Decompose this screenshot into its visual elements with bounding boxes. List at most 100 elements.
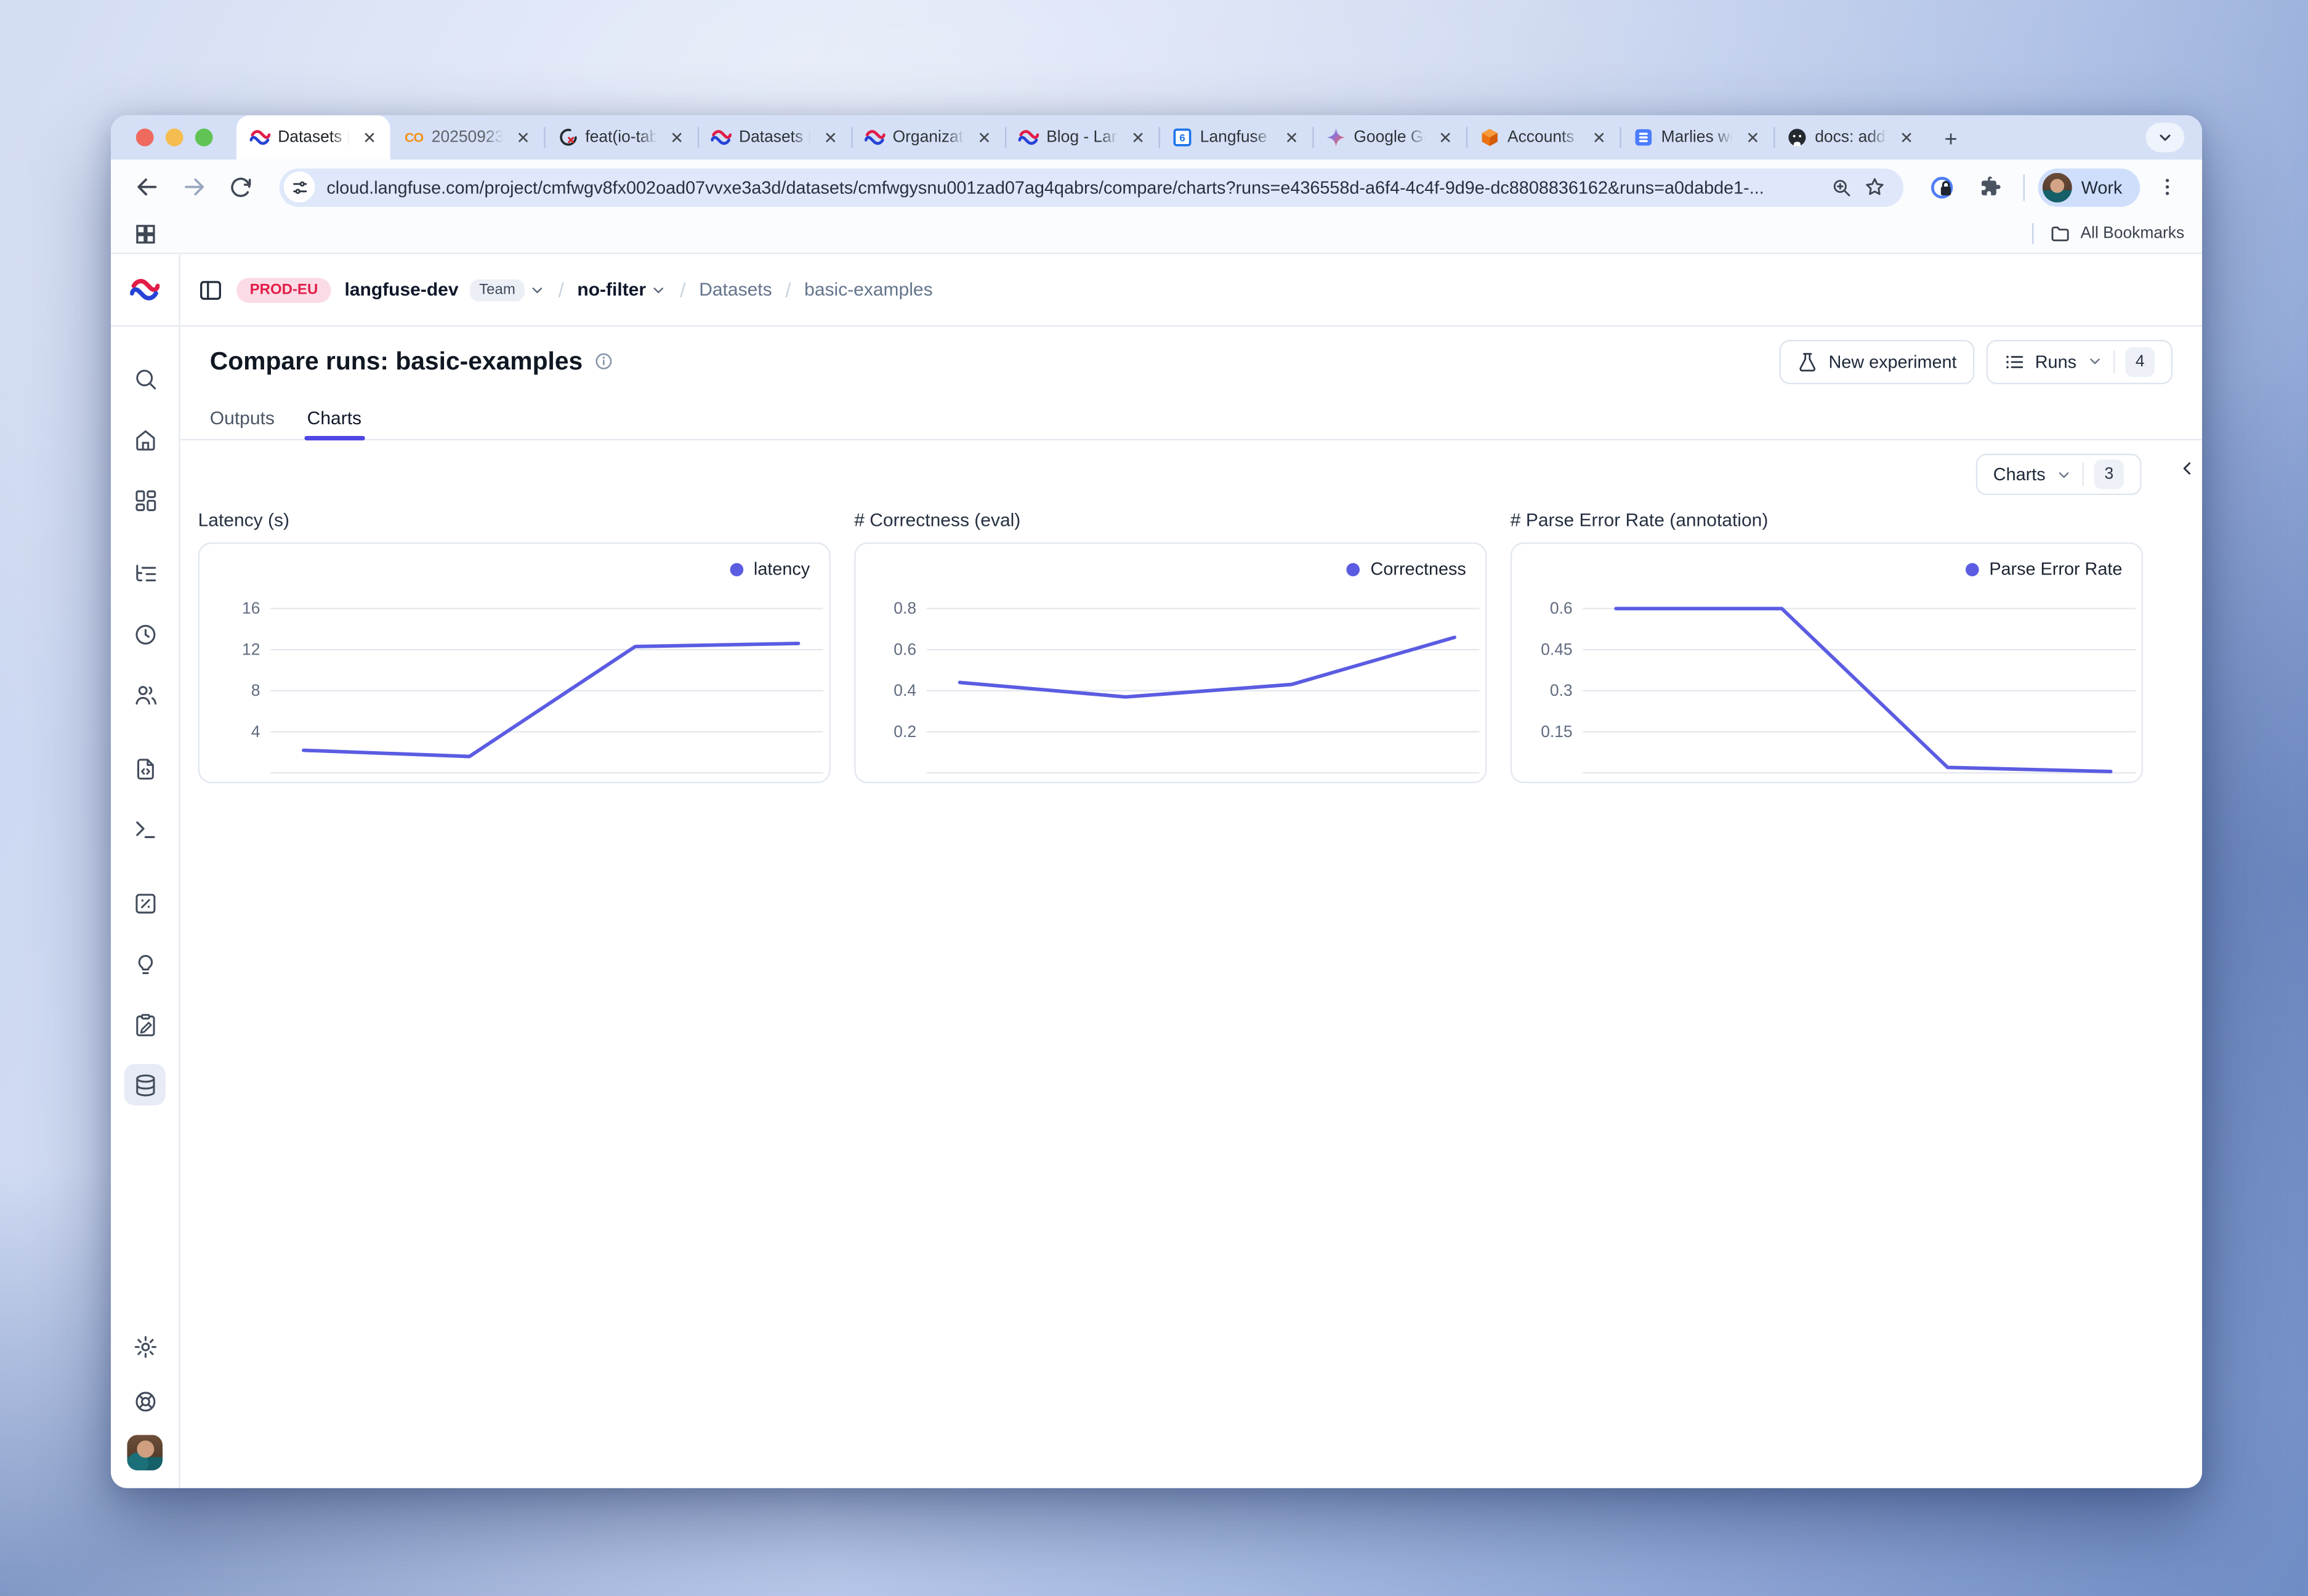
- users-icon: [132, 682, 158, 707]
- list-doc-favicon: [1633, 127, 1654, 148]
- browser-tab-organization[interactable]: Organizatio ✕: [851, 115, 1005, 159]
- percent-square-icon: [132, 890, 158, 916]
- tab-search-button[interactable]: [2146, 123, 2184, 152]
- new-experiment-button[interactable]: New experiment: [1780, 339, 1974, 384]
- browser-tab-gemini[interactable]: Google Ge ✕: [1312, 115, 1466, 159]
- browser-tab-datasets-2[interactable]: Datasets | ✕: [698, 115, 852, 159]
- bookmark-star-icon[interactable]: [1858, 171, 1890, 203]
- browser-tab-github-pr[interactable]: feat(io-tab ✕: [544, 115, 698, 159]
- tab-close-icon[interactable]: ✕: [1435, 127, 1456, 148]
- tab-title: Langfuse -: [1200, 129, 1274, 147]
- breadcrumb-datasets[interactable]: Datasets: [699, 280, 772, 300]
- title-row: Compare runs: basic-examples New experim…: [180, 326, 2202, 396]
- tab-close-icon[interactable]: ✕: [1589, 127, 1610, 148]
- browser-tab-marlies[interactable]: Marlies we ✕: [1620, 115, 1773, 159]
- browser-window: Datasets | L ✕ CO 20250923 ✕ feat(io-tab…: [111, 115, 2202, 1488]
- org-selector[interactable]: langfuse-dev Team: [345, 278, 545, 300]
- langfuse-favicon: [250, 127, 271, 148]
- minimize-window-button[interactable]: [166, 129, 184, 147]
- back-button[interactable]: [126, 166, 167, 208]
- parse-error-chart[interactable]: Parse Error Rate 0.60.450.30.15: [1511, 542, 2143, 783]
- url-text[interactable]: cloud.langfuse.com/project/cmfwgv8fx002o…: [326, 177, 1825, 198]
- tab-close-icon[interactable]: ✕: [1281, 127, 1302, 148]
- close-window-button[interactable]: [136, 129, 154, 147]
- maximize-window-button[interactable]: [195, 129, 213, 147]
- zoom-page-icon[interactable]: [1826, 171, 1858, 203]
- browser-tab-colab[interactable]: CO 20250923 ✕: [390, 115, 544, 159]
- forward-button[interactable]: [173, 166, 214, 208]
- sidebar-item-dashboards[interactable]: [124, 479, 166, 520]
- environment-badge[interactable]: PROD-EU: [236, 277, 331, 302]
- browser-tab-datasets-active[interactable]: Datasets | L ✕: [236, 115, 390, 159]
- sidebar-item-search[interactable]: [124, 358, 166, 399]
- sidebar-item-support[interactable]: [124, 1380, 166, 1422]
- breadcrumb-separator: /: [680, 278, 685, 301]
- sidebar-item-playground[interactable]: [124, 808, 166, 850]
- page-title: Compare runs: basic-examples: [210, 347, 614, 376]
- password-manager-icon[interactable]: [1922, 166, 1963, 208]
- reload-button[interactable]: [220, 166, 262, 208]
- site-settings-icon[interactable]: [284, 171, 315, 202]
- tab-title: Organizatio: [893, 129, 967, 147]
- sidebar-item-datasets[interactable]: [124, 1064, 166, 1105]
- tab-close-icon[interactable]: ✕: [359, 127, 380, 148]
- sidebar-item-prompts[interactable]: [124, 748, 166, 789]
- chart-legend: Correctness: [1347, 558, 1466, 579]
- charts-count-badge: 3: [2094, 459, 2124, 489]
- browser-tab-docs[interactable]: docs: add ✕: [1773, 115, 1927, 159]
- sidebar-item-tracing[interactable]: [124, 553, 166, 594]
- chart-title: # Correctness (eval): [854, 510, 1487, 531]
- langfuse-app: PROD-EU langfuse-dev Team / no-filter: [111, 254, 2202, 1488]
- svg-text:0.4: 0.4: [894, 681, 916, 699]
- charts-grid: Latency (s) latency 161284 # Correctness…: [180, 495, 2202, 783]
- browser-profile-chip[interactable]: Work: [2038, 167, 2140, 206]
- sidebar-item-settings[interactable]: [124, 1326, 166, 1367]
- collapse-panel-button[interactable]: [2179, 459, 2197, 477]
- browser-tab-calendar[interactable]: 6 Langfuse - ✕: [1159, 115, 1313, 159]
- sidebar-item-evaluation[interactable]: [124, 882, 166, 924]
- legend-dot: [730, 562, 744, 576]
- tab-title: Datasets | L: [278, 129, 352, 147]
- sidebar-item-sessions[interactable]: [124, 613, 166, 655]
- tab-outputs[interactable]: Outputs: [210, 396, 275, 439]
- all-bookmarks-button[interactable]: All Bookmarks: [2032, 223, 2184, 244]
- correctness-chart[interactable]: Correctness 0.80.60.40.2: [854, 542, 1487, 783]
- project-selector[interactable]: no-filter: [577, 280, 666, 300]
- browser-menu-icon[interactable]: [2146, 166, 2187, 208]
- extensions-icon[interactable]: [1969, 166, 2010, 208]
- tab-close-icon[interactable]: ✕: [1743, 127, 1764, 148]
- tab-close-icon[interactable]: ✕: [666, 127, 687, 148]
- clock-icon: [132, 621, 158, 647]
- tab-close-icon[interactable]: ✕: [820, 127, 841, 148]
- tab-close-icon[interactable]: ✕: [974, 127, 995, 148]
- langfuse-logo[interactable]: [111, 254, 179, 327]
- organization-name: langfuse-dev: [345, 280, 459, 300]
- sidebar-item-users[interactable]: [124, 674, 166, 715]
- sidebar-item-annotation[interactable]: [124, 1004, 166, 1045]
- browser-tab-blog[interactable]: Blog - Lang ✕: [1005, 115, 1159, 159]
- info-icon[interactable]: [594, 352, 613, 371]
- browser-tab-accounts[interactable]: Accounts | ✕: [1466, 115, 1620, 159]
- breadcrumb-dataset-name[interactable]: basic-examples: [804, 280, 932, 300]
- panel-toggle-icon[interactable]: [198, 277, 224, 302]
- tab-charts[interactable]: Charts: [307, 396, 361, 439]
- profile-name: Work: [2081, 177, 2123, 198]
- tab-close-icon[interactable]: ✕: [1896, 127, 1917, 148]
- runs-dropdown-button[interactable]: Runs 4: [1987, 339, 2173, 384]
- sidebar-item-home[interactable]: [124, 418, 166, 459]
- apps-grid-icon[interactable]: [129, 217, 161, 250]
- charts-dropdown-button[interactable]: Charts 3: [1975, 454, 2142, 495]
- folder-icon: [2049, 223, 2070, 244]
- file-code-icon: [132, 756, 158, 781]
- svg-text:8: 8: [251, 681, 260, 699]
- chart-legend: Parse Error Rate: [1966, 558, 2122, 579]
- url-bar[interactable]: cloud.langfuse.com/project/cmfwgv8fx002o…: [280, 167, 1904, 206]
- new-tab-button[interactable]: +: [1933, 121, 1969, 157]
- latency-chart[interactable]: latency 161284: [198, 542, 831, 783]
- app-main: PROD-EU langfuse-dev Team / no-filter: [180, 254, 2202, 1488]
- sidebar-item-insights[interactable]: [124, 943, 166, 984]
- langfuse-favicon: [1019, 127, 1039, 148]
- user-avatar[interactable]: [127, 1435, 163, 1470]
- tab-close-icon[interactable]: ✕: [1128, 127, 1148, 148]
- tab-close-icon[interactable]: ✕: [513, 127, 534, 148]
